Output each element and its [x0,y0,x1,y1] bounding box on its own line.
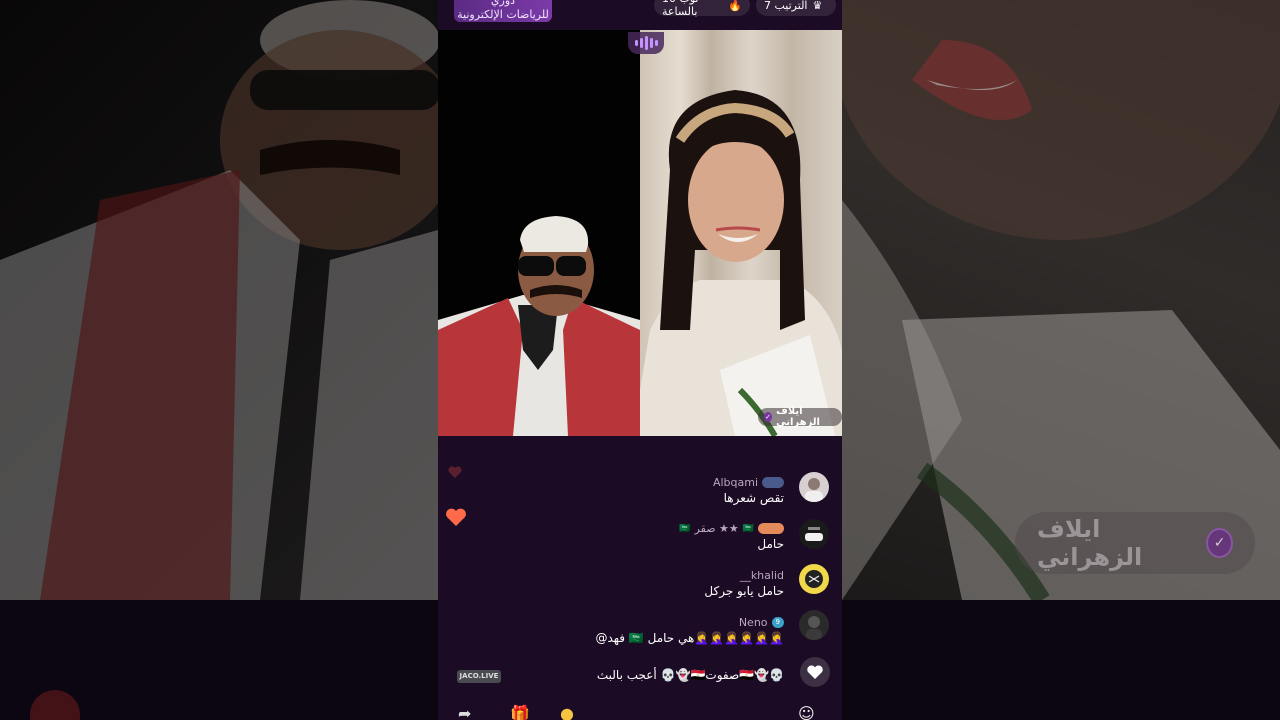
comment-username-row: Albqami [713,476,784,489]
bottom-toolbar: ➦ 🎁 ● ☺ [438,704,842,720]
league-title: دوري [490,0,516,7]
rank-pill[interactable]: الترتيب 7 ♛ [756,0,836,16]
comment-text: أعجب بالبث 💀👻🇪🇬صفوت🇪🇬👻💀 [596,668,784,682]
top-bar: دوري للرياضات الإلكترونية توب 10 بالساعة… [438,0,842,30]
heart-icon [446,508,466,526]
host-name-tag-blur: ايلاف الزهراني ✓ [1015,512,1255,574]
avatar[interactable] [799,610,829,640]
guest-video-frame [438,216,640,436]
host-video[interactable] [640,30,842,436]
like-button[interactable] [800,657,830,687]
background-bottom-right [842,600,1280,720]
guest-video[interactable] [438,30,640,436]
avatar[interactable] [799,564,829,594]
comment-username-row: Neno 9 [595,616,784,629]
verified-icon: ✓ [1206,528,1233,558]
league-subtitle: للرياضات الإلكترونية [457,8,549,21]
comment-username: Albqami [712,476,758,489]
live-stream-phone: دوري للرياضات الإلكترونية توب 10 بالساعة… [438,0,842,720]
emoji-icon[interactable]: ☺ [798,704,815,720]
flag-icon: 🇸🇦 [742,523,754,534]
avatar[interactable] [799,519,829,549]
comment-username: Neno [738,616,768,629]
verified-icon: ✓ [764,412,773,422]
fire-icon: 🔥 [728,0,742,12]
avatar[interactable] [799,472,829,502]
watermark: JACO.LIVE [457,670,501,683]
top10-pill[interactable]: توب 10 بالساعة 🔥 [654,0,750,18]
comment-username-row: __khalid [704,569,784,582]
host-name: ايلاف الزهراني [776,406,820,428]
list-item: أعجب بالبث 💀👻🇪🇬صفوت🇪🇬👻💀 [597,666,784,682]
comment-username-row: 🇸🇦 صقر ★★ 🇸🇦 [679,522,784,535]
level-badge [758,523,784,534]
comment-text: @فهد 🇸🇦 هي حامل🤦‍♀️🤦‍♀️🤦‍♀️🤦‍♀️🤦‍♀️🤦‍♀️ [595,631,784,645]
comment-text: حامل [757,537,784,551]
list-item[interactable]: Neno 9 @فهد 🇸🇦 هي حامل🤦‍♀️🤦‍♀️🤦‍♀️🤦‍♀️🤦‍… [595,616,784,645]
level-badge [762,477,784,488]
comment-text: تقص شعرها [723,491,784,505]
host-video-frame [640,90,842,436]
list-item[interactable]: __khalid حامل يابو جركل [704,569,784,598]
coin-icon[interactable]: ● [560,704,574,720]
comment-feed: Albqami تقص شعرها 🇸🇦 صقر ★★ 🇸🇦 حامل __kh [438,436,842,720]
level-badge: 9 [771,617,784,628]
comment-username: صقر ★★ [694,522,739,535]
share-icon[interactable]: ➦ [458,704,471,720]
audio-indicator-icon [628,32,664,54]
host-name-tag[interactable]: ✓ ايلاف الزهراني [758,406,842,428]
league-badge[interactable]: دوري للرياضات الإلكترونية [454,0,552,22]
flag-icon: 🇸🇦 [679,523,691,534]
background-left-blur [0,0,438,600]
gift-icon[interactable]: 🎁 [510,704,530,720]
host-name-blur: ايلاف الزهراني [1037,515,1143,571]
comment-username: __khalid [739,569,784,582]
trophy-icon: ♛ [812,0,823,12]
heart-icon [448,466,462,478]
list-item[interactable]: Albqami تقص شعرها [713,476,784,505]
comment-text: حامل يابو جركل [704,584,784,598]
list-item[interactable]: 🇸🇦 صقر ★★ 🇸🇦 حامل [679,522,784,551]
top10-label: توب 10 بالساعة [662,0,699,18]
heart-icon [807,665,823,679]
rank-label: الترتيب 7 [764,0,808,12]
background-right-blur [842,0,1280,600]
